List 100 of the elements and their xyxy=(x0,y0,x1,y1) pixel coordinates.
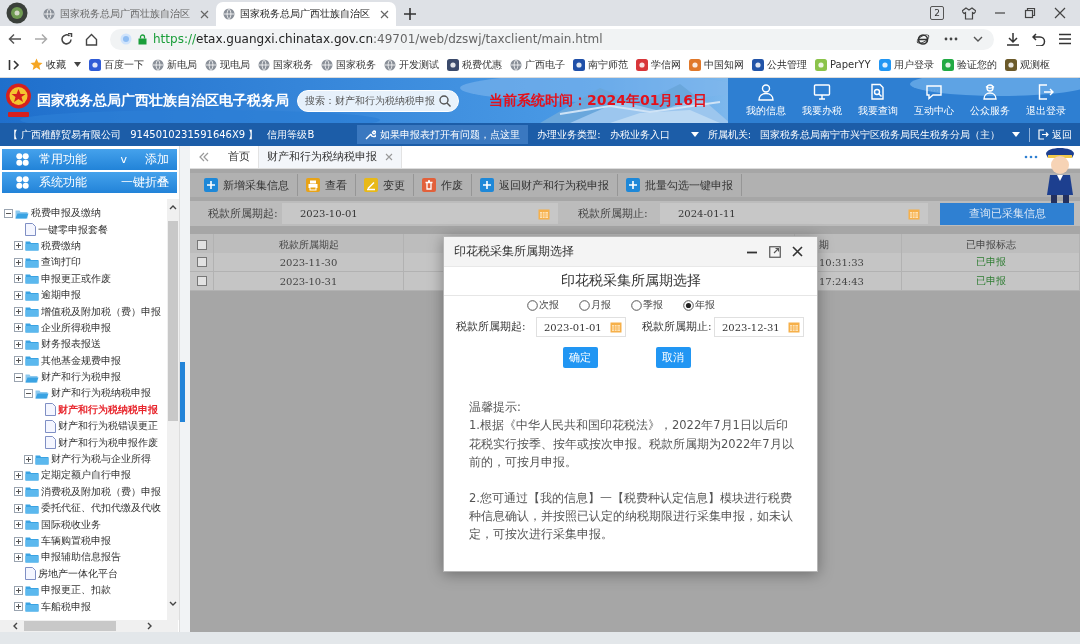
tree-item[interactable]: 其他基金规费申报 xyxy=(25,353,121,369)
authority-select[interactable]: 国家税务总局南宁市兴宁区税务局民生税务分局（主） xyxy=(760,127,1020,142)
close-icon[interactable] xyxy=(792,246,803,257)
bookmark[interactable]: 观测枢 xyxy=(1004,57,1050,72)
bookmark[interactable]: 新电局 xyxy=(152,57,197,72)
expand-icon[interactable] xyxy=(14,241,23,251)
page-tab[interactable]: 财产和行为税纳税申报 xyxy=(259,146,402,168)
help-link[interactable]: 如果申报表打开有问题，点这里 xyxy=(357,125,529,144)
tree-item[interactable]: 财产和行为税纳税申报 xyxy=(35,386,151,401)
tree-item[interactable]: 逾期申报 xyxy=(25,287,81,303)
bookmark[interactable]: 税费优惠 xyxy=(447,57,502,72)
collapse-icon[interactable] xyxy=(14,372,23,382)
bookmark[interactable]: 百度一下 xyxy=(89,57,144,72)
tree-item[interactable]: 财务报表报送 xyxy=(25,336,101,352)
expand-icon[interactable] xyxy=(14,339,23,349)
tree-item[interactable]: 财产和行为税申报作废 xyxy=(45,435,158,451)
tree-item[interactable]: 增值税及附加税（费）申报 xyxy=(25,304,161,320)
bookmark[interactable]: 开发测试 xyxy=(384,57,439,72)
maximize-icon[interactable] xyxy=(1024,7,1036,19)
radio-button[interactable] xyxy=(526,299,538,311)
maximize-icon[interactable] xyxy=(769,245,781,258)
download-icon[interactable] xyxy=(1006,32,1020,46)
scrollbar[interactable] xyxy=(167,199,179,620)
toolbar-button[interactable]: 变更 xyxy=(356,174,414,196)
bookmark[interactable]: 用户登录 xyxy=(878,57,934,72)
collapse-icon[interactable] xyxy=(24,389,33,398)
expand-icon[interactable] xyxy=(14,323,23,333)
date-field[interactable]: 2024-01-11 xyxy=(660,203,928,224)
browser-tab[interactable]: 国家税务总局广西壮族自治区 xyxy=(216,2,396,26)
expand-icon[interactable] xyxy=(14,290,23,300)
tree-item[interactable]: 定期定额户自行申报 xyxy=(25,467,131,483)
bookmark[interactable]: 公共管理 xyxy=(752,57,807,72)
date-field[interactable]: 2023-01-01 xyxy=(536,317,626,337)
tab-count[interactable]: 2 xyxy=(930,6,944,20)
tree-item[interactable]: 申报更正、扣款 xyxy=(25,582,111,598)
nav-item[interactable]: 我要查询 xyxy=(850,83,906,118)
tree-item[interactable]: 财产和行为税纳税申报 xyxy=(45,402,158,418)
expand-icon[interactable] xyxy=(14,257,23,267)
bookmark[interactable]: 中国知网 xyxy=(689,57,744,72)
expand-icon[interactable] xyxy=(14,552,23,562)
back-button[interactable]: 返回 xyxy=(1029,127,1072,142)
browser-tab[interactable]: 国家税务总局广西壮族自治区 xyxy=(36,2,216,26)
sidebar-toggle-icon[interactable] xyxy=(8,58,22,71)
tree-item[interactable]: 财产行为税与企业所得 xyxy=(35,451,151,467)
bookmark[interactable]: 国家税务 xyxy=(321,57,376,72)
expand-icon[interactable] xyxy=(14,470,23,480)
menu-icon[interactable] xyxy=(1058,33,1072,45)
address-field[interactable]: https://etax.guangxi.chinatax.gov.cn:49701/web/dzswj/taxclient/main.html xyxy=(110,28,994,50)
toolbar-button[interactable]: 返回财产和行为税申报 xyxy=(472,174,618,196)
tree-item[interactable]: 国际税收业务 xyxy=(25,517,101,533)
expand-icon[interactable] xyxy=(14,503,23,513)
tree-item[interactable]: 查询打印 xyxy=(25,254,81,270)
radio-option[interactable]: 年报 xyxy=(682,298,715,312)
bookmark[interactable]: 现电局 xyxy=(205,57,250,72)
bookmark[interactable]: PaperYY xyxy=(815,58,871,71)
nav-item[interactable]: 互动中心 xyxy=(906,83,962,118)
checkbox[interactable] xyxy=(196,276,207,286)
expand-icon[interactable] xyxy=(14,520,23,530)
checkbox[interactable] xyxy=(196,257,207,267)
radio-option[interactable]: 季报 xyxy=(630,298,663,312)
tree-item[interactable]: 车辆购置税申报 xyxy=(25,533,111,549)
expand-icon[interactable] xyxy=(14,536,23,546)
nav-item[interactable]: 我的信息 xyxy=(738,83,794,118)
collapse-icon[interactable] xyxy=(4,208,13,218)
nav-item[interactable]: 我要办税 xyxy=(794,83,850,118)
tree-item[interactable]: 财产和行为税错误更正 xyxy=(45,418,158,434)
browser-engine-icon[interactable] xyxy=(916,32,930,46)
toolbar-button[interactable]: 批量勾选一键申报 xyxy=(618,174,742,196)
shirt-icon[interactable] xyxy=(962,6,976,20)
toolbar-button[interactable]: 查看 xyxy=(298,174,356,196)
tree-item[interactable]: 一键零申报套餐 xyxy=(25,222,108,238)
collapse-left-icon[interactable] xyxy=(198,152,210,162)
radio-option[interactable]: 月报 xyxy=(578,298,611,312)
more-icon[interactable] xyxy=(1024,155,1038,159)
expand-icon[interactable] xyxy=(14,274,23,284)
tree-item[interactable]: 车船税申报 xyxy=(25,599,91,615)
tree-item[interactable]: 财产和行为税申报 xyxy=(25,369,121,385)
date-field[interactable]: 2023-10-01 xyxy=(282,203,558,224)
business-type-select[interactable]: 办税业务入口 xyxy=(609,127,699,142)
home-icon[interactable] xyxy=(85,32,98,46)
tree-item[interactable]: 申报更正或作废 xyxy=(25,271,111,287)
tree-item[interactable]: 消费税及附加税（费）申报 xyxy=(25,484,161,500)
sidebar-collapse-handle[interactable] xyxy=(180,362,185,422)
more-icon[interactable] xyxy=(944,37,958,41)
radio-button[interactable] xyxy=(578,299,590,311)
toolbar-button[interactable]: 新增采集信息 xyxy=(196,174,298,196)
tree-item[interactable]: 企业所得税申报 xyxy=(25,320,111,336)
expand-icon[interactable] xyxy=(14,585,23,595)
date-field[interactable]: 2023-12-31 xyxy=(714,317,804,337)
tree-item[interactable]: 税费缴纳 xyxy=(25,238,81,254)
back-icon[interactable] xyxy=(8,33,22,45)
new-tab-icon[interactable] xyxy=(404,8,416,20)
bookmark[interactable]: 国家税务 xyxy=(258,57,313,72)
tree-item[interactable]: 申报辅助信息报告 xyxy=(25,549,121,565)
radio-button[interactable] xyxy=(630,299,642,311)
radio-option[interactable]: 次报 xyxy=(526,298,559,312)
radio-button[interactable] xyxy=(682,299,694,311)
expand-icon[interactable] xyxy=(14,356,23,366)
close-icon[interactable] xyxy=(1054,7,1066,19)
nav-item[interactable]: 退出登录 xyxy=(1018,83,1074,118)
